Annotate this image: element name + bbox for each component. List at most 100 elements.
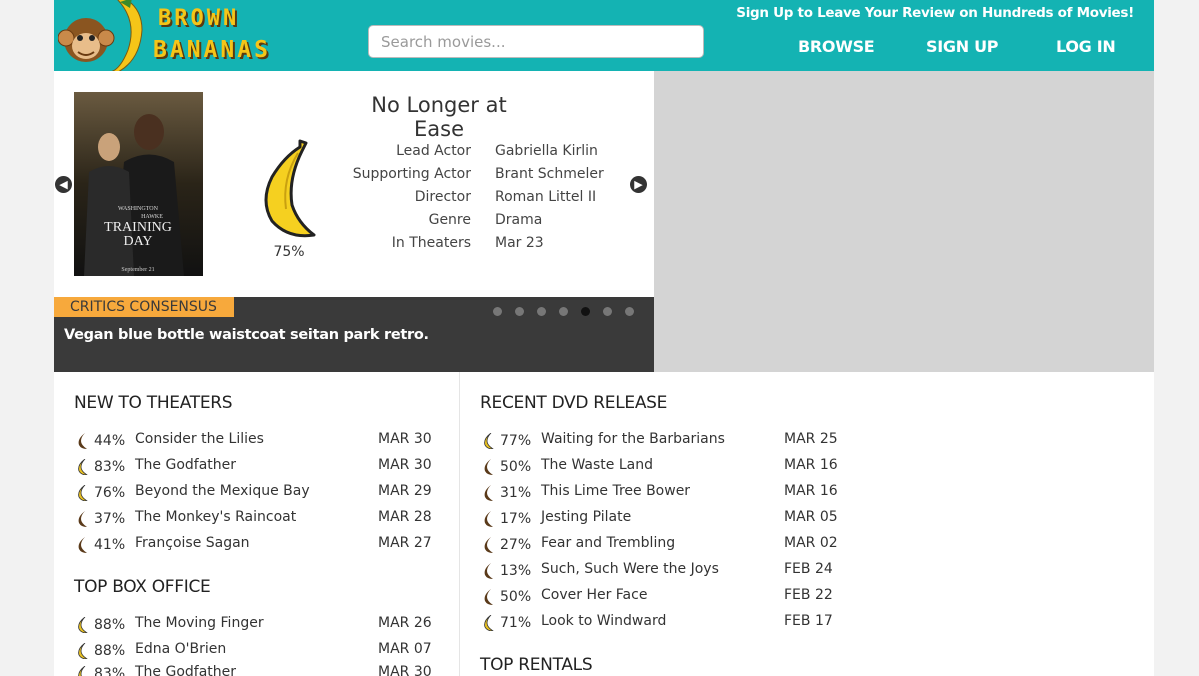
rotten-banana-icon	[484, 589, 493, 605]
movie-poster[interactable]: WASHINGTON HAWKE TRAINING DAY September …	[74, 92, 203, 276]
logo-text-bananas: BANANAS	[153, 37, 271, 63]
list-item[interactable]: 27% Fear and Trembling MAR 02	[482, 533, 862, 557]
list-item-date: FEB 17	[784, 613, 833, 629]
list-item-date: MAR 29	[378, 483, 432, 499]
list-item-rating: 50%	[500, 459, 532, 475]
fresh-banana-icon	[264, 139, 316, 238]
list-item-title[interactable]: This Lime Tree Bower	[541, 483, 690, 499]
list-item[interactable]: 44% Consider the Lilies MAR 30	[76, 429, 436, 453]
detail-label-in-theaters: In Theaters	[391, 235, 471, 251]
list-item[interactable]: 71% Look to Windward FEB 17	[482, 611, 862, 635]
list-item[interactable]: 17% Jesting Pilate MAR 05	[482, 507, 862, 531]
carousel-dot[interactable]	[493, 307, 502, 316]
nav-log-in[interactable]: LOG IN	[1056, 37, 1116, 56]
list-item-title[interactable]: Cover Her Face	[541, 587, 647, 603]
search-input[interactable]	[368, 25, 704, 58]
list-item-title[interactable]: Such, Such Were the Joys	[541, 561, 719, 577]
list-item-date: MAR 02	[784, 535, 838, 551]
list-item-rating: 71%	[500, 615, 532, 631]
carousel-dot[interactable]	[603, 307, 612, 316]
list-item-title[interactable]: Françoise Sagan	[135, 535, 250, 551]
list-item-date: MAR 05	[784, 509, 838, 525]
list-item[interactable]: 83% The Godfather MAR 30	[76, 455, 436, 479]
list-item-rating: 77%	[500, 433, 532, 449]
carousel-dot-active[interactable]	[581, 307, 590, 316]
poster-title-1: TRAINING	[104, 220, 172, 235]
list-item[interactable]: 13% Such, Such Were the Joys FEB 24	[482, 559, 862, 583]
rotten-banana-icon	[78, 433, 87, 449]
critics-consensus-text: Vegan blue bottle waistcoat seitan park …	[64, 327, 429, 343]
list-item-date: MAR 26	[378, 615, 432, 631]
list-item-date: MAR 16	[784, 457, 838, 473]
header: BROWN BANANAS Sign Up to Leave Your Revi…	[54, 0, 1154, 71]
list-item-date: MAR 30	[378, 457, 432, 473]
hero-side-panel	[654, 71, 1154, 372]
logo[interactable]: BROWN BANANAS	[58, 0, 288, 71]
list-item-rating: 17%	[500, 511, 532, 527]
page: BROWN BANANAS Sign Up to Leave Your Revi…	[54, 0, 1154, 676]
featured-movie-carousel: ◀ ▶ WASHINGTON HAWKE TRAINING DAY Septem…	[54, 71, 654, 297]
poster-date: September 21	[121, 267, 154, 273]
detail-label-director: Director	[414, 189, 471, 205]
list-item-rating: 50%	[500, 589, 532, 605]
detail-label-supporting-actor: Supporting Actor	[352, 166, 471, 182]
list-item-title[interactable]: The Godfather	[135, 664, 236, 676]
list-item-title[interactable]: Consider the Lilies	[135, 431, 264, 447]
list-item[interactable]: 76% Beyond the Mexique Bay MAR 29	[76, 481, 436, 505]
poster-image: WASHINGTON HAWKE TRAINING DAY September …	[74, 92, 203, 276]
list-item[interactable]: 88% Edna O'Brien MAR 07	[76, 639, 436, 663]
rotten-banana-icon	[484, 511, 493, 527]
list-item-date: MAR 28	[378, 509, 432, 525]
list-item-title[interactable]: Beyond the Mexique Bay	[135, 483, 310, 499]
list-item[interactable]: 50% The Waste Land MAR 16	[482, 455, 862, 479]
signup-tagline[interactable]: Sign Up to Leave Your Review on Hundreds…	[736, 5, 1134, 21]
list-item[interactable]: 88% The Moving Finger MAR 26	[76, 613, 436, 637]
detail-label-lead-actor: Lead Actor	[396, 143, 471, 159]
list-item-title[interactable]: Look to Windward	[541, 613, 666, 629]
list-item[interactable]: 41% Françoise Sagan MAR 27	[76, 533, 436, 557]
list-item[interactable]: 50% Cover Her Face FEB 22	[482, 585, 862, 609]
list-item-title[interactable]: Waiting for the Barbarians	[541, 431, 725, 447]
list-item[interactable]: 77% Waiting for the Barbarians MAR 25	[482, 429, 862, 453]
list-item-title[interactable]: Jesting Pilate	[541, 509, 631, 525]
list-item-rating: 41%	[94, 537, 126, 553]
list-item-title[interactable]: The Monkey's Raincoat	[135, 509, 296, 525]
carousel-dot[interactable]	[559, 307, 568, 316]
list-item-rating: 83%	[94, 459, 126, 475]
list-item-rating: 88%	[94, 643, 126, 659]
logo-text-brown: BROWN	[158, 6, 240, 31]
poster-title-2: DAY	[123, 234, 152, 249]
section-title-recent-dvd-release: RECENT DVD RELEASE	[480, 393, 668, 413]
fresh-banana-icon	[78, 643, 88, 659]
list-item[interactable]: 83% The Godfather MAR 30	[76, 662, 436, 676]
arrow-right-icon[interactable]: ▶	[630, 176, 647, 193]
section-title-new-to-theaters: NEW TO THEATERS	[74, 393, 233, 413]
fresh-banana-icon	[484, 433, 494, 449]
arrow-left-icon[interactable]: ◀	[55, 176, 72, 193]
list-item-title[interactable]: Fear and Trembling	[541, 535, 675, 551]
detail-value-director: Roman Littel II	[495, 189, 597, 205]
list-item-title[interactable]: The Godfather	[135, 457, 236, 473]
rotten-banana-icon	[484, 459, 493, 475]
column-divider	[459, 372, 460, 676]
rotten-banana-icon	[78, 537, 87, 553]
section-title-top-box-office: TOP BOX OFFICE	[74, 577, 211, 597]
list-item-title[interactable]: Edna O'Brien	[135, 641, 226, 657]
list-item-date: MAR 30	[378, 664, 432, 676]
fresh-banana-icon	[78, 459, 88, 475]
carousel-dot[interactable]	[537, 307, 546, 316]
nav-browse[interactable]: BROWSE	[798, 37, 875, 56]
carousel-dot[interactable]	[625, 307, 634, 316]
fresh-banana-icon	[78, 617, 88, 633]
fresh-banana-icon	[484, 615, 494, 631]
list-item[interactable]: 31% This Lime Tree Bower MAR 16	[482, 481, 862, 505]
carousel-dot[interactable]	[515, 307, 524, 316]
list-item-title[interactable]: The Moving Finger	[135, 615, 264, 631]
movie-title[interactable]: No Longer at Ease	[344, 93, 534, 141]
list-item-rating: 31%	[500, 485, 532, 501]
nav-sign-up[interactable]: SIGN UP	[926, 37, 999, 56]
list-item-date: FEB 24	[784, 561, 833, 577]
list-item[interactable]: 37% The Monkey's Raincoat MAR 28	[76, 507, 436, 531]
poster-credit-1: WASHINGTON	[118, 206, 159, 212]
list-item-title[interactable]: The Waste Land	[541, 457, 653, 473]
